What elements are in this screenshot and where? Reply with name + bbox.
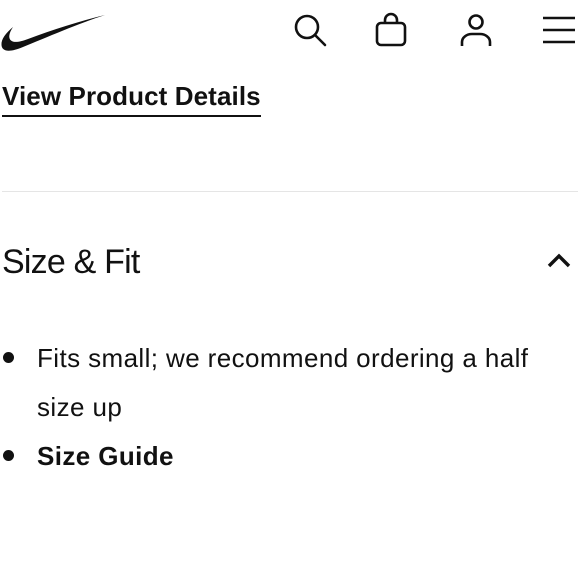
section-title: Size & Fit bbox=[2, 243, 140, 281]
profile-icon bbox=[460, 14, 492, 46]
search-button[interactable] bbox=[288, 8, 332, 52]
list-item: Size Guide bbox=[0, 432, 580, 481]
size-fit-list: Fits small; we recommend ordering a half… bbox=[0, 334, 580, 481]
top-nav-bar bbox=[0, 0, 580, 62]
hamburger-menu-icon bbox=[543, 16, 575, 44]
section-divider bbox=[2, 191, 578, 192]
view-product-details-link[interactable]: View Product Details bbox=[2, 78, 261, 117]
bullet-icon bbox=[3, 352, 14, 363]
profile-button[interactable] bbox=[454, 8, 498, 52]
swoosh-logo[interactable] bbox=[0, 12, 106, 54]
size-guide-link[interactable]: Size Guide bbox=[37, 441, 174, 471]
fit-note: Fits small; we recommend ordering a half… bbox=[37, 343, 529, 422]
chevron-up-icon[interactable] bbox=[546, 250, 572, 270]
menu-button[interactable] bbox=[537, 8, 580, 52]
search-icon bbox=[294, 14, 327, 47]
bag-icon bbox=[375, 12, 407, 47]
size-fit-accordion-header[interactable]: Size & Fit bbox=[0, 232, 580, 292]
list-item: Fits small; we recommend ordering a half… bbox=[0, 334, 580, 432]
bullet-icon bbox=[3, 450, 14, 461]
bag-button[interactable] bbox=[369, 8, 413, 52]
